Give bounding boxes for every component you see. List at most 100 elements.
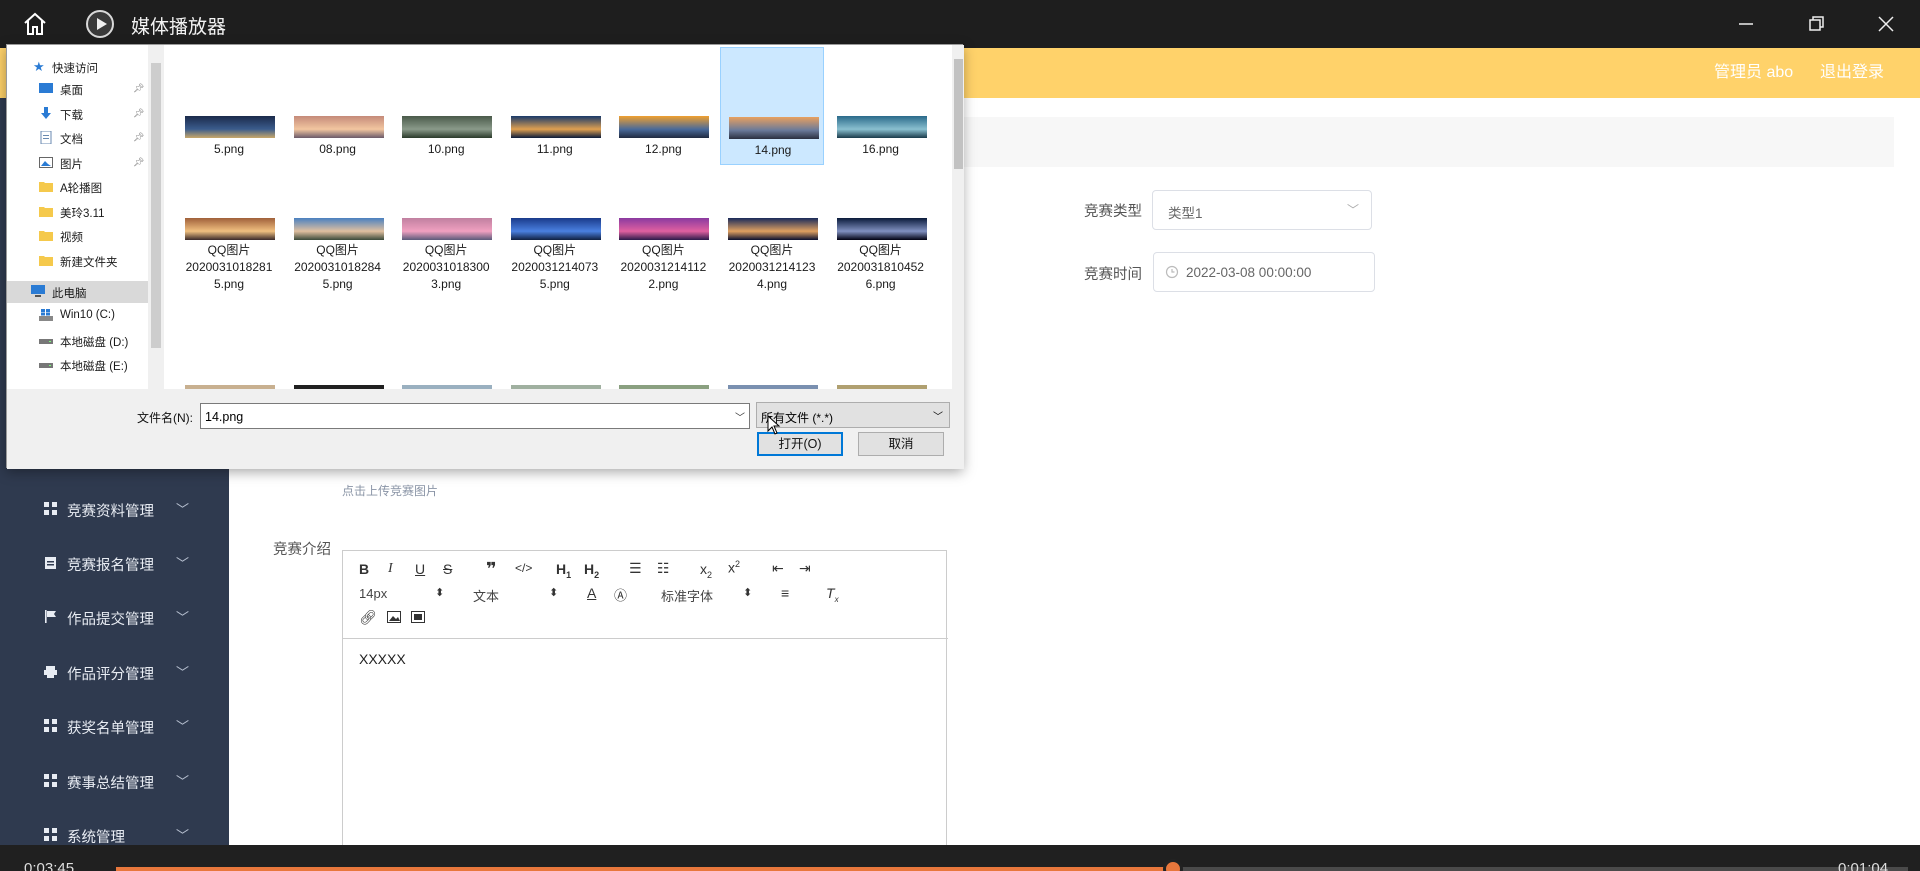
- text-style-select[interactable]: 文本: [473, 586, 499, 605]
- file-thumbnail: [402, 116, 493, 138]
- nav-drive[interactable]: 本地磁盘 (E:): [7, 354, 148, 376]
- heading1-icon[interactable]: H1: [556, 561, 571, 580]
- filetype-select[interactable]: 所有文件 (*.*) ﹀: [756, 402, 950, 428]
- document-icon: [39, 130, 53, 145]
- competition-time-picker[interactable]: 2022-03-08 00:00:00: [1153, 252, 1375, 292]
- nav-label: 新建文件夹: [60, 256, 118, 269]
- clear-format-icon[interactable]: Tx: [826, 585, 839, 604]
- media-player-logo-icon: [86, 10, 114, 38]
- nav-item[interactable]: 图片 📌︎: [7, 152, 148, 174]
- nav-item[interactable]: 下载 📌︎: [7, 103, 148, 125]
- chevron-down-icon[interactable]: ﹀: [735, 409, 745, 424]
- picture-icon: [39, 156, 53, 169]
- nav-drive[interactable]: 本地磁盘 (D:): [7, 330, 148, 352]
- nav-quick-access[interactable]: ★ 快速访问: [7, 56, 148, 78]
- file-item[interactable]: QQ图片 2020031214073 5.png: [503, 163, 607, 291]
- font-family-select[interactable]: 标准字体: [661, 586, 713, 605]
- code-icon[interactable]: </>: [515, 561, 532, 575]
- bullet-list-icon[interactable]: ☷: [657, 560, 670, 577]
- subscript-icon[interactable]: x2: [700, 561, 712, 580]
- seek-bar-handle[interactable]: [1163, 859, 1184, 871]
- nav-label: 文档: [60, 134, 83, 146]
- nav-item[interactable]: 文档 📌︎: [7, 127, 148, 149]
- nav-drive[interactable]: Win10 (C:): [7, 305, 148, 327]
- upload-image-hint[interactable]: 点击上传竞赛图片: [342, 482, 438, 499]
- file-item[interactable]: QQ图片 2020031018281 5.png: [177, 163, 281, 291]
- file-item[interactable]: QQ图片 2020031018284 5.png: [286, 163, 390, 291]
- file-scrollbar[interactable]: [952, 45, 964, 389]
- folder-icon: [39, 180, 53, 193]
- ordered-list-icon[interactable]: ☰: [629, 560, 642, 577]
- heading2-icon[interactable]: H2: [584, 561, 599, 580]
- background-color-icon[interactable]: Ⓐ: [614, 585, 627, 604]
- indent-icon[interactable]: ⇥: [799, 560, 811, 577]
- align-left-icon[interactable]: ≡: [781, 585, 789, 601]
- competition-type-select[interactable]: 类型1 ﹀: [1152, 190, 1372, 230]
- file-item[interactable]: 5.png: [177, 47, 281, 165]
- file-item[interactable]: QQ图片 2020031810452 6.png: [829, 163, 933, 291]
- image-icon[interactable]: [387, 611, 401, 623]
- minimize-icon[interactable]: [1734, 12, 1758, 36]
- link-icon[interactable]: 🔗︎: [359, 609, 377, 626]
- file-item[interactable]: QQ图片 2020031018300 3.png: [394, 163, 498, 291]
- download-icon: [39, 106, 53, 120]
- file-scrollbar-thumb[interactable]: [954, 59, 963, 169]
- file-name: 12.png: [645, 142, 682, 156]
- sidebar-item-award-list[interactable]: 获奖名单管理 ﹀: [0, 707, 229, 747]
- file-name: QQ图片 2020031214123 4.png: [728, 243, 816, 291]
- pin-icon: 📌︎: [133, 107, 145, 118]
- file-item[interactable]: 08.png: [286, 47, 390, 165]
- restore-icon[interactable]: [1804, 12, 1828, 36]
- seek-bar[interactable]: [116, 859, 1908, 871]
- file-item[interactable]: 11.png: [503, 47, 607, 165]
- nav-this-pc[interactable]: 此电脑: [7, 281, 148, 303]
- file-item[interactable]: QQ图片 2020031214112 2.png: [611, 163, 715, 291]
- elapsed-time: 0:03:45: [24, 860, 75, 871]
- cancel-button[interactable]: 取消: [858, 432, 944, 456]
- nav-scrollbar[interactable]: [148, 45, 164, 389]
- chevron-down-icon: ﹀: [176, 610, 190, 625]
- sidebar-item-scoring[interactable]: 作品评分管理 ﹀: [0, 653, 229, 693]
- file-item[interactable]: 10.png: [394, 47, 498, 165]
- file-thumbnail: [293, 218, 384, 240]
- sidebar-item-competition-materials[interactable]: 竞赛资料管理 ﹀: [0, 490, 229, 530]
- logout-link[interactable]: 退出登录: [1820, 58, 1884, 82]
- underline-icon[interactable]: U: [415, 561, 425, 577]
- file-item[interactable]: QQ图片 2020031214123 4.png: [720, 163, 824, 291]
- select-arrows-icon: ⬍: [549, 587, 559, 599]
- outdent-icon[interactable]: ⇤: [772, 560, 784, 577]
- open-button[interactable]: 打开(O): [757, 432, 843, 456]
- sidebar-item-label: 获奖名单管理: [67, 721, 154, 737]
- file-item[interactable]: 14.png: [720, 47, 824, 165]
- nav-item[interactable]: 新建文件夹: [7, 250, 148, 272]
- sidebar-item-registration[interactable]: 竞赛报名管理 ﹀: [0, 544, 229, 584]
- sidebar-item-submissions[interactable]: 作品提交管理 ﹀: [0, 598, 229, 638]
- chevron-down-icon: ﹀: [176, 828, 190, 843]
- strikethrough-icon[interactable]: S: [443, 561, 452, 577]
- video-icon[interactable]: [411, 611, 425, 623]
- nav-item[interactable]: A轮播图: [7, 176, 148, 198]
- editor-content[interactable]: XXXXX: [359, 651, 406, 667]
- italic-icon[interactable]: I: [388, 561, 393, 577]
- nav-item[interactable]: 美玲3.11: [7, 201, 148, 223]
- file-item[interactable]: 16.png: [829, 47, 933, 165]
- competition-time-value: 2022-03-08 00:00:00: [1186, 265, 1312, 280]
- file-item[interactable]: 12.png: [611, 47, 715, 165]
- nav-scrollbar-thumb[interactable]: [151, 63, 161, 348]
- bold-icon[interactable]: B: [359, 561, 369, 577]
- filename-input[interactable]: 14.png ﹀: [200, 403, 750, 429]
- select-arrows-icon: ⬍: [435, 587, 445, 599]
- superscript-icon[interactable]: x2: [728, 559, 740, 576]
- font-size-select[interactable]: 14px: [359, 586, 387, 601]
- file-name: 14.png: [754, 143, 792, 157]
- grid-icon: [44, 719, 57, 732]
- blockquote-icon[interactable]: ❞: [486, 559, 497, 580]
- nav-item[interactable]: 桌面 📌︎: [7, 78, 148, 100]
- close-icon[interactable]: [1874, 12, 1898, 36]
- folder-icon: [39, 205, 53, 218]
- nav-item[interactable]: 视频: [7, 225, 148, 247]
- home-icon[interactable]: [22, 11, 48, 37]
- font-color-icon[interactable]: A: [587, 585, 596, 601]
- file-name: 11.png: [536, 142, 573, 156]
- sidebar-item-event-summary[interactable]: 赛事总结管理 ﹀: [0, 762, 229, 802]
